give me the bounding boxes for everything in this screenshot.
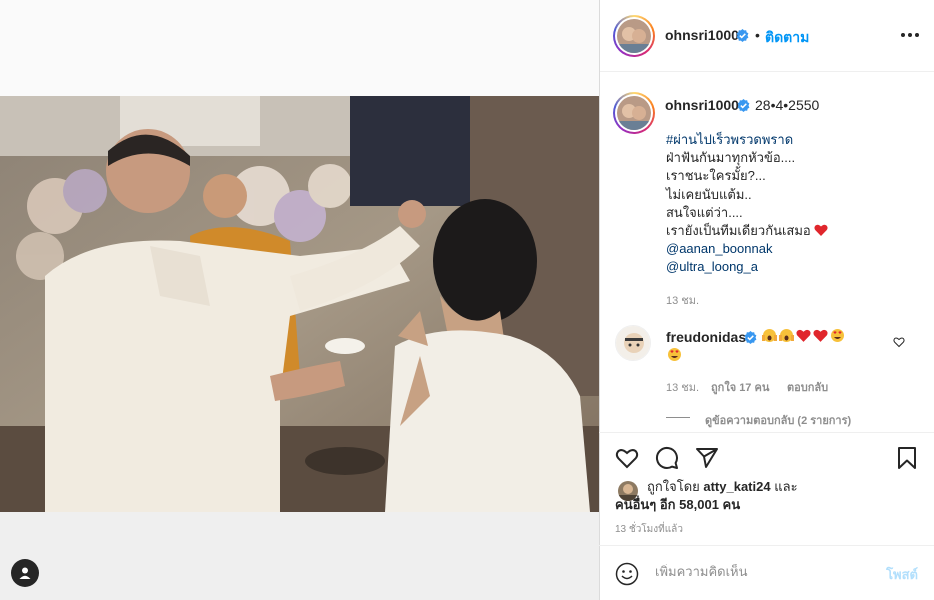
mention-link[interactable]: @ultra_loong_a [666, 258, 829, 276]
post-dialog: ohnsri1000 • ติดตาม ohnsri1000 28•4•2550 [0, 0, 934, 600]
author-username[interactable]: ohnsri1000 [665, 27, 739, 43]
verified-badge-icon [736, 29, 749, 42]
post-header: ohnsri1000 • ติดตาม [600, 0, 934, 72]
comment-time: 13 ชม. [666, 382, 700, 394]
caption-line: เราชนะใครมั้ย?... [666, 168, 766, 184]
verified-badge-icon [744, 331, 757, 344]
red-heart-emoji-icon [796, 329, 811, 342]
screaming-face-emoji-icon [779, 329, 794, 342]
follow-button[interactable]: ติดตาม [765, 27, 809, 49]
share-icon[interactable] [695, 446, 719, 470]
caption-line: ฝ่าฟันกันมาทุกหัวข้อ.... [666, 150, 796, 166]
more-options-icon[interactable] [901, 26, 919, 44]
caption-time: 13 ชม. [666, 295, 700, 307]
hashtag-link[interactable]: #ผ่านไปเร็วพรวดพราด [666, 131, 829, 149]
red-heart-emoji-icon [814, 224, 828, 237]
caption-username[interactable]: ohnsri1000 [665, 97, 739, 113]
mention-link[interactable]: @aanan_boonnak [666, 240, 829, 258]
post-time-ago[interactable]: 13 ชั่วโมงที่แล้ว [615, 522, 683, 537]
comment-like-heart-icon[interactable] [893, 336, 905, 348]
caption-text: #ผ่านไปเร็วพรวดพราด ฝ่าฟันกันมาทุกหัวข้อ… [666, 131, 829, 277]
caption-line: ไม่เคยนับแต้ม.. [666, 186, 752, 202]
post-actions: ถูกใจโดย atty_kati24 และ คนอื่นๆ อีก 58,… [599, 432, 934, 600]
heart-eyes-emoji-icon [668, 348, 681, 361]
wedding-photo [0, 96, 599, 512]
tag-user-icon[interactable] [11, 559, 39, 587]
separator-dot: • [755, 27, 760, 43]
comment-emojis [762, 328, 845, 343]
red-heart-emoji-icon [813, 329, 828, 342]
comment-emoji-2 [667, 347, 682, 367]
add-comment-bar: โพสต์ [599, 545, 934, 600]
liked-by-text: ถูกใจโดย atty_kati24 และ [647, 479, 798, 494]
comments-area[interactable]: ohnsri1000 28•4•2550 #ผ่านไปเร็วพรวดพราด… [600, 73, 934, 433]
replies-divider [666, 417, 690, 418]
comment-icon[interactable] [655, 446, 679, 470]
heart-eyes-emoji-icon [831, 329, 844, 342]
caption-line: สนใจแต่ว่า.... [666, 204, 743, 220]
commenter-avatar[interactable] [615, 325, 651, 361]
caption-avatar[interactable] [613, 92, 655, 134]
caption-date: 28•4•2550 [755, 97, 820, 113]
bookmark-icon[interactable] [895, 446, 919, 470]
comment-input[interactable] [655, 564, 865, 579]
author-avatar[interactable] [613, 15, 655, 57]
caption-line-with-heart: เรายังเป็นทีมเดียวกันเสมอ [666, 222, 829, 240]
liked-by-user[interactable]: atty_kati24 [703, 479, 770, 494]
screaming-face-emoji-icon [762, 329, 777, 342]
media-pane [0, 0, 599, 600]
commenter-username[interactable]: freudonidas [666, 329, 746, 345]
emoji-icon[interactable] [615, 562, 639, 586]
verified-badge-icon [737, 99, 750, 112]
post-comment-button[interactable]: โพสต์ [886, 564, 918, 585]
heart-icon[interactable] [615, 446, 639, 470]
comment-likes[interactable]: ถูกใจ 17 คน [711, 378, 769, 396]
view-replies-button[interactable]: ดูข้อความตอบกลับ (2 รายการ) [705, 411, 851, 429]
liked-by-others[interactable]: คนอื่นๆ อีก 58,001 คน [615, 496, 915, 514]
post-photo[interactable] [0, 96, 599, 512]
reply-button[interactable]: ตอบกลับ [787, 378, 828, 396]
